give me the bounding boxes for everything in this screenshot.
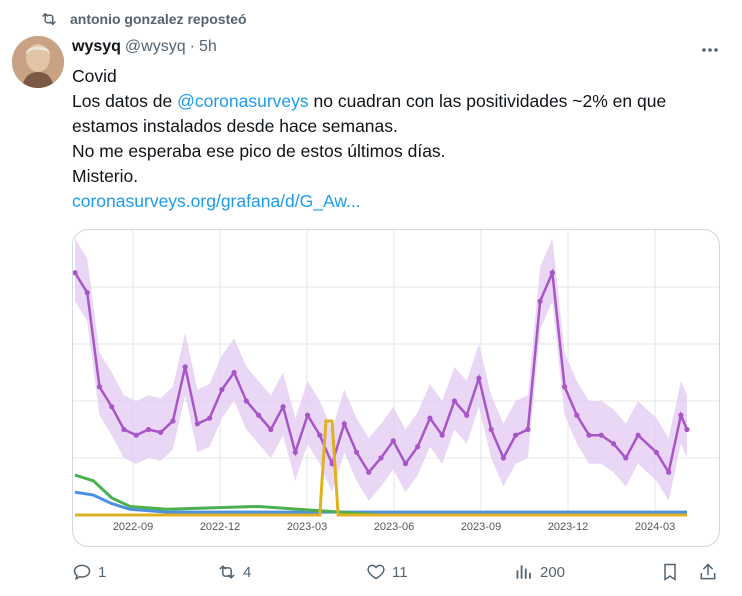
views-count: 200	[540, 563, 566, 581]
tweet-line: estamos instalados desde hace semanas.	[72, 116, 398, 136]
data-point	[231, 369, 237, 376]
data-point	[243, 398, 249, 404]
repost-icon	[42, 13, 56, 25]
mention-link[interactable]: @coronasurveys	[177, 91, 309, 111]
repost-indicator: antonio gonzalez reposteó	[40, 10, 247, 28]
data-point	[610, 441, 617, 447]
data-point	[635, 432, 641, 438]
data-point	[402, 461, 409, 467]
x-tick-label: 2023-03	[287, 521, 327, 533]
data-point	[562, 384, 568, 390]
more-icon[interactable]	[700, 40, 720, 60]
data-point	[525, 426, 531, 433]
like-button[interactable]: 11	[366, 562, 408, 582]
data-point	[353, 449, 360, 455]
data-point	[145, 426, 152, 433]
tweet-line: No me esperaba ese pico de estos últimos…	[72, 141, 446, 161]
data-point	[666, 469, 672, 475]
data-point	[500, 455, 506, 461]
data-point	[623, 455, 629, 461]
repost-button[interactable]: 4	[217, 562, 251, 582]
data-point	[684, 426, 690, 433]
heart-icon	[367, 564, 385, 580]
chart-image[interactable]: 2022-09 2022-12 2023-03 2023-06 2023-09 2023-…	[72, 229, 720, 547]
data-point	[207, 415, 213, 421]
data-point	[574, 412, 580, 418]
like-count: 11	[392, 563, 408, 581]
data-point	[292, 449, 298, 455]
data-point	[219, 387, 225, 393]
data-point	[121, 426, 127, 433]
x-tick-label: 2022-12	[200, 521, 240, 533]
tweet-header: wysyq @wysyq · 5h	[72, 38, 217, 56]
share-icon	[700, 563, 716, 580]
data-point	[341, 421, 347, 427]
confidence-band	[75, 238, 687, 501]
x-tick-label: 2023-09	[461, 521, 501, 533]
repost-count: 4	[243, 563, 252, 581]
data-point	[84, 290, 90, 296]
data-point	[476, 375, 482, 381]
data-point	[317, 432, 323, 438]
data-point	[158, 429, 164, 435]
action-bar: 1 4 11 200	[72, 562, 722, 586]
reply-count: 1	[98, 563, 107, 581]
data-point	[182, 364, 188, 370]
data-point	[678, 412, 684, 418]
data-point	[513, 432, 519, 438]
data-point	[194, 421, 200, 427]
handle[interactable]: @wysyq	[125, 38, 186, 56]
data-point	[464, 412, 470, 418]
data-point	[366, 469, 372, 475]
display-name[interactable]: wysyq	[72, 38, 121, 56]
tweet-line: Covid	[72, 66, 117, 86]
timestamp[interactable]: 5h	[199, 38, 217, 56]
x-tick-label: 2023-06	[374, 521, 414, 533]
data-point	[549, 270, 555, 276]
x-tick-label: 2022-09	[113, 521, 153, 533]
tweet-body: Covid Los datos de @coronasurveys no cua…	[72, 64, 712, 214]
views-icon	[516, 565, 531, 579]
data-point	[537, 298, 543, 304]
data-point	[304, 412, 311, 418]
data-point	[256, 412, 262, 418]
repost-text[interactable]: antonio gonzalez reposteó	[70, 11, 247, 27]
data-point	[451, 398, 458, 404]
data-point	[268, 426, 274, 433]
x-tick-label: 2024-03	[635, 521, 675, 533]
x-tick-label: 2023-12	[548, 521, 588, 533]
data-point	[133, 432, 139, 438]
data-point	[439, 432, 445, 438]
data-point	[415, 444, 421, 450]
data-point	[653, 449, 660, 455]
data-point	[586, 432, 592, 438]
url-link[interactable]: coronasurveys.org/grafana/d/G_Aw...	[72, 189, 712, 214]
tweet-line: Los datos de @coronasurveys no cuadran c…	[72, 91, 667, 111]
data-point	[598, 432, 604, 438]
reply-icon	[73, 564, 91, 581]
data-point	[390, 438, 396, 444]
share-button[interactable]	[698, 562, 718, 582]
data-point	[427, 415, 433, 421]
avatar[interactable]	[12, 36, 64, 88]
bookmark-icon	[664, 563, 676, 581]
chart-svg: 2022-09 2022-12 2023-03 2023-06 2023-09 2023-…	[73, 230, 719, 533]
separator: ·	[189, 38, 195, 55]
reply-button[interactable]: 1	[72, 562, 106, 582]
data-point	[488, 426, 494, 433]
data-point	[109, 404, 115, 410]
data-point	[170, 418, 176, 424]
data-point	[378, 455, 384, 461]
data-point	[280, 404, 286, 410]
views-button[interactable]: 200	[514, 562, 565, 582]
data-point	[96, 384, 103, 390]
tweet-line: Misterio.	[72, 166, 139, 186]
repost-icon	[219, 565, 235, 579]
bookmark-button[interactable]	[660, 562, 680, 582]
